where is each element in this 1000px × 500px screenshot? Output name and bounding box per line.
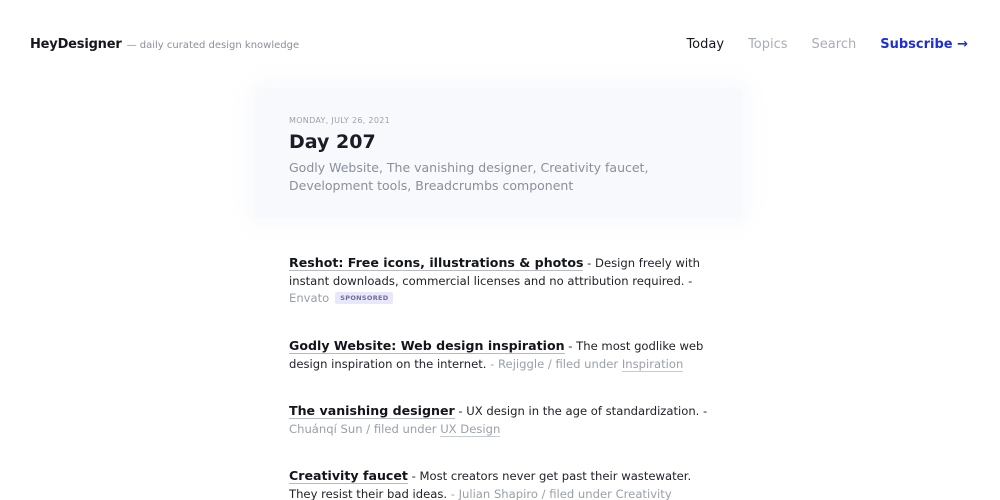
item-source: Envato xyxy=(289,291,330,305)
nav-search[interactable]: Search xyxy=(812,37,857,52)
day-card: MONDAY, JULY 26, 2021 Day 207 Godly Webs… xyxy=(255,88,743,218)
day-title: Day 207 xyxy=(289,131,376,153)
category-link[interactable]: Inspiration xyxy=(621,356,684,372)
sponsored-badge: SPONSORED xyxy=(335,292,394,304)
item-title-link[interactable]: Reshot: Free icons, illustrations & phot… xyxy=(289,255,584,271)
list-item: Creativity faucet - Most creators never … xyxy=(289,467,709,500)
day-date: MONDAY, JULY 26, 2021 xyxy=(289,116,390,125)
site-header: HeyDesigner — daily curated design knowl… xyxy=(0,0,1000,90)
brand-tagline: — daily curated design knowledge xyxy=(126,40,300,51)
nav-today[interactable]: Today xyxy=(686,37,724,52)
category-link[interactable]: Creativity xyxy=(615,486,672,500)
list-item: The vanishing designer - UX design in th… xyxy=(289,402,709,438)
category-link[interactable]: UX Design xyxy=(440,421,501,437)
item-title-link[interactable]: Creativity faucet xyxy=(289,468,408,484)
item-title-link[interactable]: The vanishing designer xyxy=(289,403,455,419)
main-nav: Today Topics Search Subscribe → xyxy=(662,37,968,52)
nav-topics[interactable]: Topics xyxy=(748,37,787,52)
day-summary: Godly Website, The vanishing designer, C… xyxy=(289,160,649,193)
item-title-link[interactable]: Godly Website: Web design inspiration xyxy=(289,338,565,354)
brand-logo[interactable]: HeyDesigner xyxy=(30,37,122,52)
item-description: - UX design in the age of standardizatio… xyxy=(454,404,708,418)
list-item-sponsored: Reshot: Free icons, illustrations & phot… xyxy=(289,254,709,308)
item-meta: - Julian Shapiro / filed under xyxy=(447,486,616,500)
item-meta: Chuánqí Sun / filed under xyxy=(289,421,441,436)
list-item: Godly Website: Web design inspiration - … xyxy=(289,337,709,373)
item-meta: - Rejiggle / filed under xyxy=(486,356,622,371)
brand: HeyDesigner — daily curated design knowl… xyxy=(30,37,299,52)
subscribe-link[interactable]: Subscribe → xyxy=(880,37,968,52)
